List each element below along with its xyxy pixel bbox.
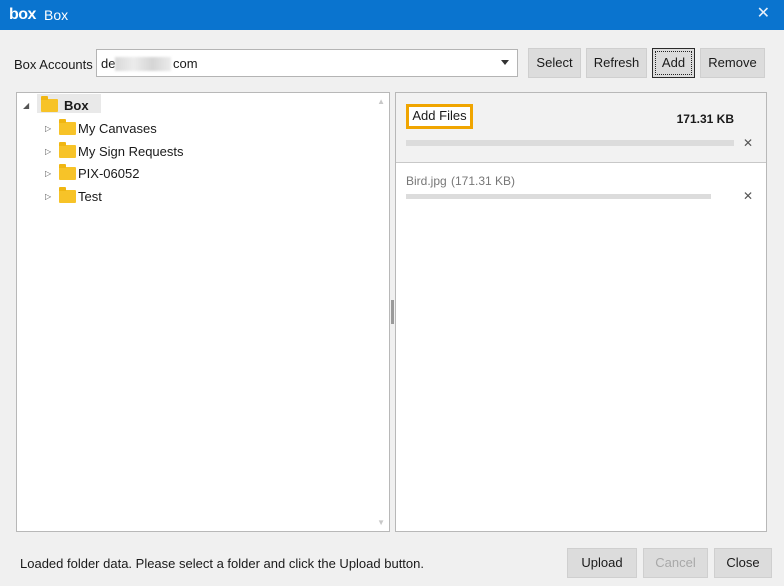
cancel-button[interactable]: Cancel — [643, 548, 708, 578]
folder-tree[interactable]: ▲ ◢ Box ▷ My Canvases ▷ My Sign Requests… — [16, 92, 390, 532]
status-text: Loaded folder data. Please select a fold… — [20, 556, 424, 571]
tree-item-pix-06052[interactable]: ▷ PIX-06052 — [45, 164, 245, 184]
upload-button[interactable]: Upload — [567, 548, 637, 578]
account-value-prefix: de — [101, 56, 116, 71]
close-icon[interactable]: ✕ — [757, 6, 770, 22]
remove-button[interactable]: Remove — [700, 48, 765, 78]
total-size: 171.31 KB — [676, 112, 734, 126]
remove-file-icon[interactable]: ✕ — [743, 189, 753, 203]
collapsed-icon[interactable]: ▷ — [45, 142, 55, 162]
window-title: Box — [44, 7, 69, 23]
add-files-button[interactable]: Add Files — [406, 104, 473, 129]
scroll-up-icon[interactable]: ▲ — [377, 97, 385, 106]
collapsed-icon[interactable]: ▷ — [45, 164, 55, 184]
clear-all-icon[interactable]: ✕ — [743, 136, 753, 150]
redacted-email — [115, 57, 171, 71]
folder-icon — [59, 142, 76, 158]
file-progress-bar — [406, 194, 711, 199]
title-bar: box Box ✕ — [0, 0, 784, 30]
tree-item-my-canvases[interactable]: ▷ My Canvases — [45, 119, 245, 139]
box-accounts-label: Box Accounts — [14, 57, 93, 72]
account-value-suffix: com — [173, 56, 198, 71]
chevron-down-icon[interactable] — [501, 60, 509, 65]
tree-item-label: Test — [78, 189, 102, 204]
total-progress-bar — [406, 140, 734, 146]
splitter-handle[interactable] — [391, 300, 394, 324]
collapsed-icon[interactable]: ▷ — [45, 119, 55, 139]
accounts-dropdown[interactable]: de com — [96, 49, 518, 77]
add-button[interactable]: Add — [652, 48, 695, 78]
tree-root-box[interactable]: ◢ Box — [23, 96, 223, 116]
box-logo: box — [9, 6, 36, 23]
collapsed-icon[interactable]: ▷ — [45, 187, 55, 207]
tree-root-label: Box — [64, 98, 89, 113]
tree-item-label: My Canvases — [78, 121, 157, 136]
folder-icon — [59, 187, 76, 203]
select-button[interactable]: Select — [528, 48, 581, 78]
tree-item-label: My Sign Requests — [78, 144, 184, 159]
file-name: Bird.jpg — [406, 174, 447, 188]
tree-item-label: PIX-06052 — [78, 166, 140, 181]
file-size: (171.31 KB) — [451, 174, 516, 188]
close-button[interactable]: Close — [714, 548, 772, 578]
tree-item-my-sign-requests[interactable]: ▷ My Sign Requests — [45, 142, 245, 162]
upload-panel: Add Files 171.31 KB ✕ Bird.jpg (171.31 K… — [395, 92, 767, 532]
folder-icon — [59, 119, 76, 135]
folder-icon — [59, 164, 76, 180]
upload-panel-header: Add Files 171.31 KB ✕ — [396, 93, 766, 163]
refresh-button[interactable]: Refresh — [586, 48, 647, 78]
tree-item-test[interactable]: ▷ Test — [45, 187, 245, 207]
scroll-down-icon[interactable]: ▼ — [377, 518, 385, 527]
folder-icon — [41, 96, 58, 112]
expanded-icon[interactable]: ◢ — [23, 96, 33, 116]
